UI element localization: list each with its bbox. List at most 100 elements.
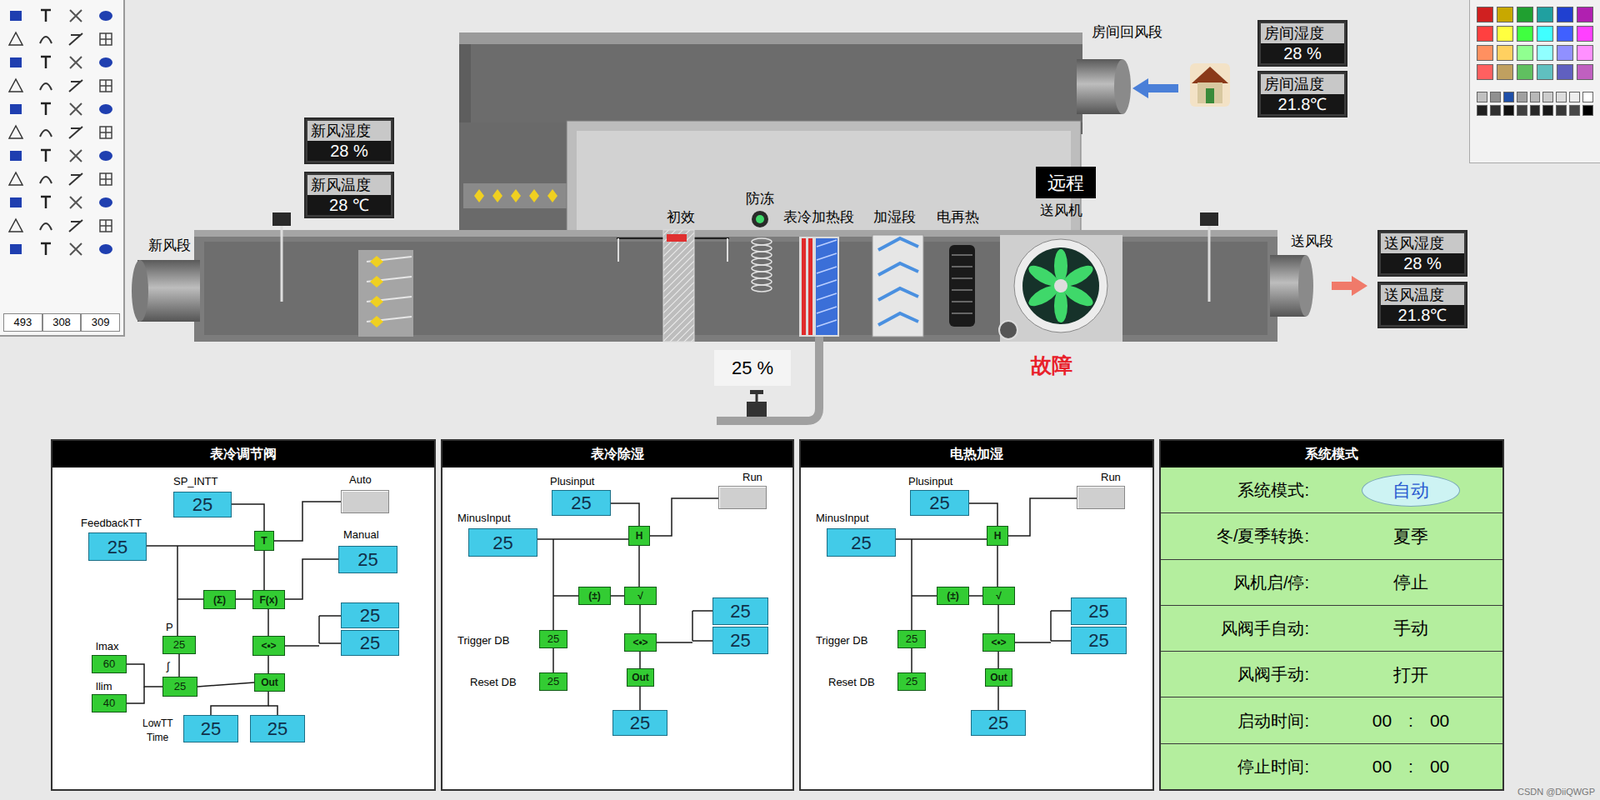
tool-icon[interactable] — [66, 216, 85, 235]
auto-button[interactable] — [340, 490, 390, 514]
gray-swatch[interactable] — [1530, 105, 1541, 116]
tool-icon[interactable] — [36, 146, 55, 165]
color-swatch[interactable] — [1516, 64, 1534, 80]
tool-icon[interactable] — [36, 240, 55, 259]
tool-icon[interactable] — [66, 123, 85, 142]
sp-value[interactable]: 25 — [173, 491, 232, 518]
tool-icon[interactable] — [96, 53, 115, 72]
color-swatch[interactable] — [1496, 45, 1514, 61]
color-swatch[interactable] — [1576, 25, 1594, 42]
color-swatch[interactable] — [1496, 25, 1514, 42]
gray-swatch[interactable] — [1490, 105, 1501, 116]
color-swatch[interactable] — [1516, 6, 1534, 23]
tool-icon[interactable] — [36, 30, 55, 49]
tool-icon[interactable] — [66, 146, 85, 165]
color-swatch[interactable] — [1556, 64, 1574, 80]
panel-header: 表冷调节阀 — [52, 440, 435, 468]
tool-icon[interactable] — [36, 123, 55, 142]
gray-swatch[interactable] — [1490, 91, 1501, 103]
tool-icon[interactable] — [96, 193, 115, 212]
time-value[interactable]: 00:00 — [1372, 707, 1450, 735]
tool-icon[interactable] — [66, 76, 85, 95]
color-swatch[interactable] — [1556, 25, 1574, 42]
tool-icon[interactable] — [66, 170, 85, 189]
tool-icon[interactable] — [6, 30, 25, 49]
tool-icon[interactable] — [66, 240, 85, 259]
tool-icon[interactable] — [96, 100, 115, 119]
tool-icon[interactable] — [66, 100, 85, 119]
color-swatch[interactable] — [1496, 6, 1514, 23]
tool-icon[interactable] — [6, 146, 25, 165]
tool-icon[interactable] — [6, 123, 25, 142]
color-swatch[interactable] — [1576, 64, 1594, 80]
color-swatch[interactable] — [1476, 64, 1494, 80]
run-button[interactable] — [1076, 485, 1125, 510]
color-swatch[interactable] — [1536, 64, 1554, 80]
color-swatch[interactable] — [1536, 45, 1554, 61]
color-swatch[interactable] — [1496, 64, 1514, 80]
mode-value[interactable]: 手动 — [1393, 615, 1429, 642]
tool-icon[interactable] — [6, 216, 25, 235]
color-swatch[interactable] — [1576, 45, 1594, 61]
tool-icon[interactable] — [96, 170, 115, 189]
gray-swatch[interactable] — [1476, 105, 1488, 116]
tool-icon[interactable] — [66, 193, 85, 212]
tool-icon[interactable] — [96, 30, 115, 49]
gray-swatch[interactable] — [1555, 91, 1567, 103]
tool-icon[interactable] — [6, 240, 25, 259]
gray-swatch[interactable] — [1516, 105, 1528, 116]
tool-icon[interactable] — [36, 100, 55, 119]
tool-icon[interactable] — [6, 53, 25, 72]
color-swatch[interactable] — [1476, 25, 1494, 42]
tool-icon[interactable] — [96, 76, 115, 95]
color-swatch[interactable] — [1556, 6, 1574, 23]
tool-icon[interactable] — [96, 240, 115, 259]
gray-swatch[interactable] — [1555, 105, 1567, 116]
tool-icon[interactable] — [6, 170, 25, 189]
tool-icon[interactable] — [6, 193, 25, 212]
tool-icon[interactable] — [36, 6, 55, 25]
tool-icon[interactable] — [96, 6, 115, 25]
gray-swatch[interactable] — [1503, 91, 1515, 103]
gray-swatch[interactable] — [1569, 91, 1580, 103]
color-swatch[interactable] — [1576, 6, 1594, 23]
color-swatch[interactable] — [1476, 45, 1494, 61]
run-button[interactable] — [718, 485, 767, 510]
mode-value[interactable]: 夏季 — [1393, 523, 1429, 550]
gray-swatch[interactable] — [1582, 91, 1594, 103]
feedback-label: FeedbackTT — [80, 517, 142, 529]
tool-icon[interactable] — [96, 216, 115, 235]
color-swatch[interactable] — [1536, 6, 1554, 23]
tool-icon[interactable] — [96, 123, 115, 142]
gray-swatch[interactable] — [1542, 105, 1554, 116]
tool-icon[interactable] — [36, 53, 55, 72]
tool-icon[interactable] — [36, 170, 55, 189]
tool-icon[interactable] — [6, 100, 25, 119]
tool-icon[interactable] — [36, 193, 55, 212]
tool-icon[interactable] — [36, 216, 55, 235]
color-swatch[interactable] — [1556, 45, 1574, 61]
gray-swatch[interactable] — [1542, 91, 1554, 103]
manual-value[interactable]: 25 — [338, 545, 398, 574]
gray-swatch[interactable] — [1582, 105, 1594, 116]
mode-value[interactable]: 停止 — [1393, 569, 1429, 596]
tool-icon[interactable] — [6, 76, 25, 95]
color-swatch[interactable] — [1516, 25, 1534, 42]
gray-swatch[interactable] — [1476, 91, 1488, 103]
color-swatch[interactable] — [1536, 25, 1554, 42]
gray-swatch[interactable] — [1516, 91, 1528, 103]
color-swatch[interactable] — [1516, 45, 1534, 61]
gray-swatch[interactable] — [1569, 105, 1580, 116]
mode-badge[interactable]: 自动 — [1361, 474, 1460, 507]
mode-value[interactable]: 打开 — [1393, 661, 1429, 689]
tool-icon[interactable] — [36, 76, 55, 95]
gray-swatch[interactable] — [1530, 91, 1541, 103]
tool-icon[interactable] — [66, 30, 85, 49]
tool-icon[interactable] — [96, 146, 115, 165]
time-value[interactable]: 00:00 — [1372, 753, 1450, 780]
color-swatch[interactable] — [1476, 6, 1494, 23]
tool-icon[interactable] — [6, 6, 25, 25]
tool-icon[interactable] — [66, 53, 85, 72]
tool-icon[interactable] — [66, 6, 85, 25]
gray-swatch[interactable] — [1503, 105, 1515, 116]
